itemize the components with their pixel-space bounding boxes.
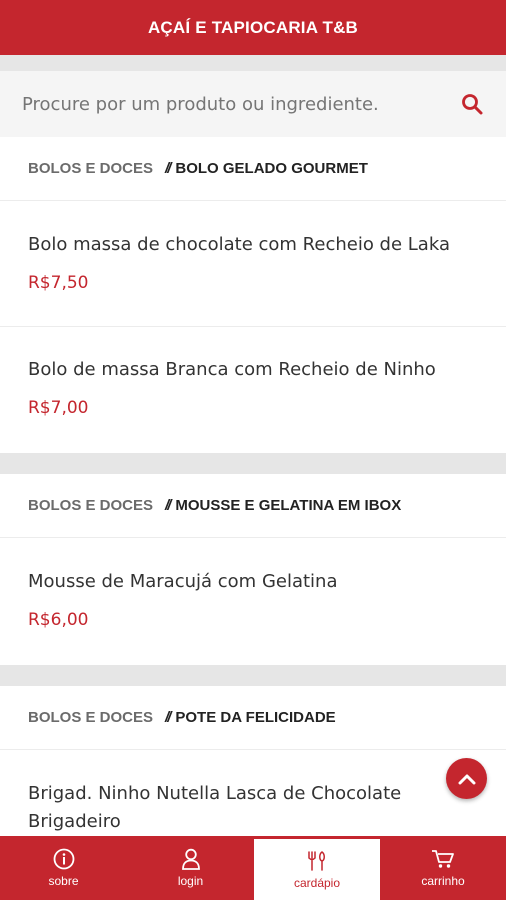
product-item[interactable]: Bolo de massa Branca com Recheio de Ninh… xyxy=(0,327,506,453)
search-input[interactable]: Procure por um produto ou ingrediente. xyxy=(22,94,460,115)
product-price: R$7,00 xyxy=(28,398,89,418)
nav-tab-carrinho[interactable]: carrinho xyxy=(380,836,506,900)
app-header: AÇAÍ E TAPIOCARIA T&B xyxy=(0,0,506,55)
product-price: R$6,00 xyxy=(28,610,89,630)
product-name: Bolo massa de chocolate com Recheio de L… xyxy=(28,234,450,255)
search-icon[interactable] xyxy=(460,92,484,116)
menu-section: BOLOS E DOCES // BOLO GELADO GOURMET Bol… xyxy=(0,137,506,453)
menu-section: BOLOS E DOCES // POTE DA FELICIDADE Brig… xyxy=(0,686,506,836)
cart-icon xyxy=(432,850,454,868)
product-price: R$7,50 xyxy=(28,273,89,293)
search-bar[interactable]: Procure por um produto ou ingrediente. xyxy=(0,71,506,137)
nav-label: login xyxy=(177,874,204,888)
section-separator: // xyxy=(165,709,172,726)
product-name: Bolo de massa Branca com Recheio de Ninh… xyxy=(28,359,436,380)
section-category: BOLOS E DOCES xyxy=(28,160,154,177)
nav-tab-sobre[interactable]: sobre xyxy=(0,836,127,900)
bottom-nav: sobre login cardápio carrinho xyxy=(0,836,506,900)
scroll-top-button[interactable] xyxy=(446,758,487,799)
chevron-up-icon xyxy=(458,774,475,784)
cutlery-icon xyxy=(308,850,325,871)
product-item[interactable]: Brigad. Ninho Nutella Lasca de Chocolate… xyxy=(0,750,506,836)
product-name: Mousse de Maracujá com Gelatina xyxy=(28,571,338,592)
product-name-line-1: Brigad. Ninho Nutella Lasca de Chocolate xyxy=(28,783,402,804)
section-subcategory: MOUSSE E GELATINA EM IBOX xyxy=(175,497,402,514)
menu-section: BOLOS E DOCES // MOUSSE E GELATINA EM IB… xyxy=(0,474,506,665)
product-item[interactable]: Bolo massa de chocolate com Recheio de L… xyxy=(0,201,506,327)
section-subcategory: POTE DA FELICIDADE xyxy=(175,709,336,726)
info-icon xyxy=(53,848,74,870)
user-icon xyxy=(181,848,200,870)
nav-label: cardápio xyxy=(293,875,341,890)
section-separator: // xyxy=(165,497,172,514)
section-category: BOLOS E DOCES xyxy=(28,497,154,514)
section-header: BOLOS E DOCES // POTE DA FELICIDADE xyxy=(0,686,506,750)
divider xyxy=(0,55,506,71)
section-separator: // xyxy=(165,160,172,177)
section-header: BOLOS E DOCES // BOLO GELADO GOURMET xyxy=(0,137,506,201)
product-item[interactable]: Mousse de Maracujá com Gelatina R$6,00 xyxy=(0,538,506,664)
nav-label: carrinho xyxy=(421,874,465,888)
app-title: AÇAÍ E TAPIOCARIA T&B xyxy=(147,17,359,37)
section-header: BOLOS E DOCES // MOUSSE E GELATINA EM IB… xyxy=(0,474,506,538)
product-name-line-2: Brigadeiro xyxy=(28,811,121,832)
section-category: BOLOS E DOCES xyxy=(28,709,154,726)
nav-label: sobre xyxy=(48,874,79,888)
nav-tab-login[interactable]: login xyxy=(127,836,254,900)
section-subcategory: BOLO GELADO GOURMET xyxy=(175,160,368,177)
nav-tab-cardapio[interactable]: cardápio xyxy=(254,836,380,900)
